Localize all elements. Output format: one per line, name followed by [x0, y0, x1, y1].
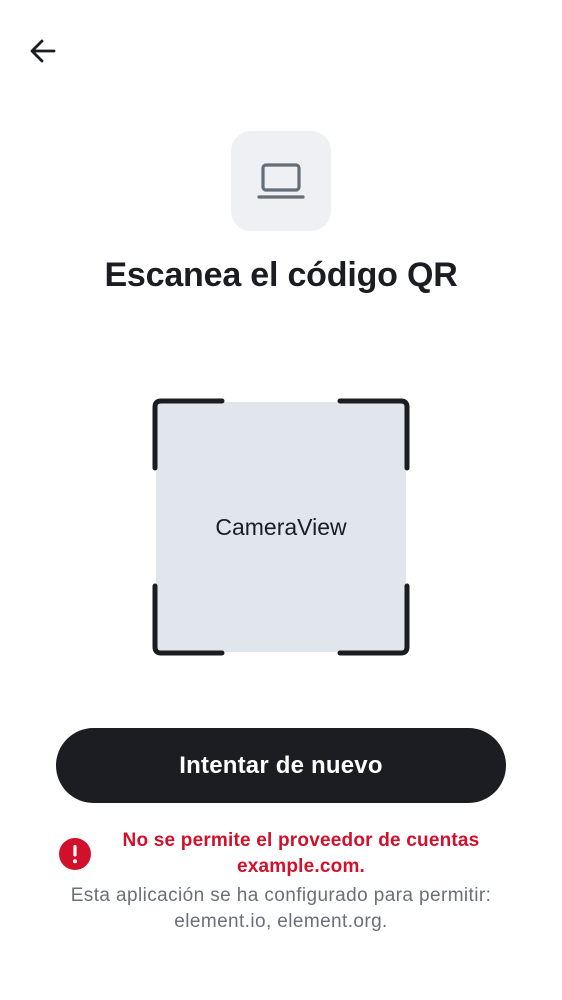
error-detail-line2: element.io, element.org. [174, 911, 388, 932]
arrow-left-icon [30, 39, 56, 63]
laptop-icon [257, 163, 305, 199]
error-title-line1: No se permite el proveedor de cuentas [122, 830, 480, 851]
retry-button[interactable]: Intentar de nuevo [56, 728, 506, 803]
device-icon-tile [231, 131, 331, 231]
retry-button-label: Intentar de nuevo [179, 751, 383, 779]
scanner-frame-corners [152, 398, 410, 656]
error-title-line2: example.com. [236, 856, 366, 877]
qr-scanner: CameraView [152, 398, 410, 656]
error-detail-line1: Esta aplicación se ha configurado para p… [70, 885, 492, 906]
back-button[interactable] [22, 30, 64, 72]
page-title: Escanea el código QR [104, 256, 458, 294]
error-icon [59, 838, 91, 870]
error-title: No se permite el proveedor de cuentas ex… [96, 828, 506, 880]
error-detail: Esta aplicación se ha configurado para p… [0, 883, 562, 935]
